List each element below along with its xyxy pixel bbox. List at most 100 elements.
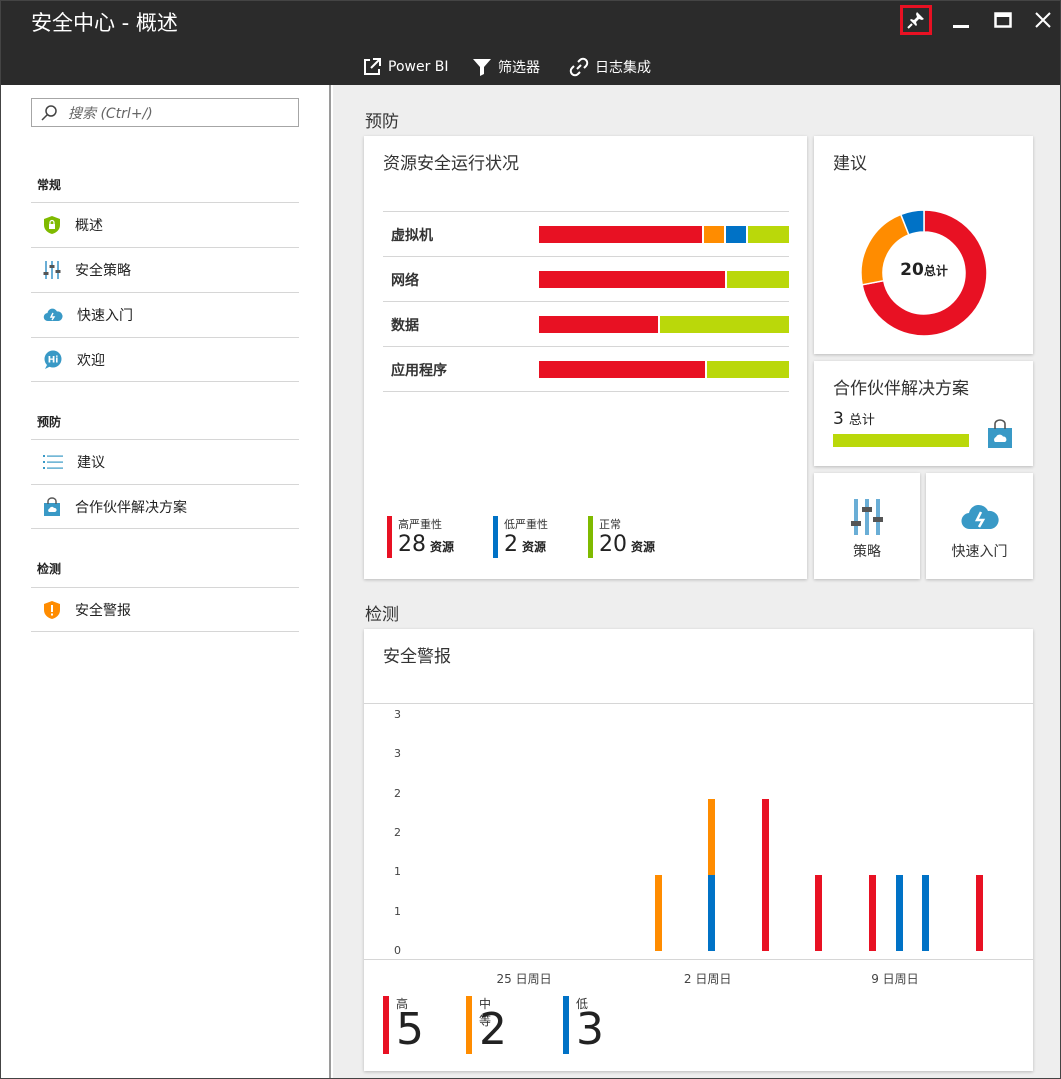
pin-icon xyxy=(907,12,924,29)
list-icon xyxy=(43,455,63,469)
resource-health-row-label: 应用程序 xyxy=(391,363,447,379)
resource-health-row[interactable]: 数据 xyxy=(383,301,789,346)
search-icon xyxy=(41,104,57,121)
external-link-icon xyxy=(364,58,381,75)
y-tick-label: 1 xyxy=(394,904,401,918)
partner-solutions-card[interactable]: 合作伙伴解决方案 3 总计 xyxy=(814,361,1033,466)
quickstart-tile-label: 快速入门 xyxy=(951,544,1008,560)
pin-button[interactable] xyxy=(900,5,932,35)
resource-health-row[interactable]: 虚拟机 xyxy=(383,211,789,256)
security-alerts-card[interactable]: 安全警报 3 3 2 2 1 1 0 25 日周日 2 日周日 9 日周日 高 5 中等 2 低 3 xyxy=(364,629,1033,1071)
cloud-icon xyxy=(961,504,999,530)
chart-bar[interactable] xyxy=(815,875,823,951)
resource-health-bar-segment xyxy=(539,271,725,288)
recommendations-card[interactable]: 建议 20总计 xyxy=(814,136,1033,354)
search-input[interactable]: 搜索 (Ctrl+/) xyxy=(31,98,299,127)
resource-health-row-label: 网络 xyxy=(391,273,419,289)
chart-bar[interactable] xyxy=(708,875,716,951)
filter-icon xyxy=(473,59,491,76)
sidebar-item-security-policy[interactable]: 安全策略 xyxy=(31,247,299,292)
legend-color-stripe xyxy=(493,516,498,558)
resource-health-bar-segment xyxy=(726,226,746,243)
legend-count: 5 xyxy=(396,1004,424,1055)
resource-health-bar-segment xyxy=(539,316,659,333)
legend-count: 28 资源 xyxy=(398,532,454,557)
recommendations-total-label: 总计 xyxy=(923,264,948,278)
resource-health-bar xyxy=(539,316,789,333)
x-tick-label: 2 日周日 xyxy=(683,972,732,986)
shield-lock-icon xyxy=(44,216,60,234)
resource-health-bar-segment xyxy=(660,316,789,333)
shield-alert-icon xyxy=(44,600,60,619)
title-bar: 安全中心 - 概述 Power BI 筛选器 日志集成 xyxy=(1,1,1060,85)
sidebar-item-security-alerts[interactable]: 安全警报 xyxy=(31,587,299,632)
legend-caption: 低严重性 xyxy=(504,518,548,531)
close-button[interactable] xyxy=(1027,5,1059,35)
filter-button[interactable]: 筛选器 xyxy=(472,57,540,77)
legend-color-stripe xyxy=(588,516,593,558)
legend-color-stripe xyxy=(466,996,472,1054)
maximize-icon xyxy=(994,12,1012,28)
resource-health-bar-segment xyxy=(539,361,706,378)
chart-bar[interactable] xyxy=(895,875,903,951)
chart-x-axis xyxy=(364,959,1033,960)
sidebar-item-label: 安全策略 xyxy=(75,263,131,279)
svg-text:Hi: Hi xyxy=(48,355,59,365)
partner-solutions-count-row: 3 总计 xyxy=(833,409,875,429)
filter-label: 筛选器 xyxy=(498,60,540,76)
sidebar-item-quickstart[interactable]: 快速入门 xyxy=(31,292,299,337)
hi-bubble-icon: Hi xyxy=(44,350,62,369)
legend-count: 20 资源 xyxy=(599,532,655,557)
y-tick-label: 1 xyxy=(394,865,401,879)
security-center-blade: 安全中心 - 概述 Power BI 筛选器 日志集成 搜索 (Ctrl+/) … xyxy=(0,0,1061,1079)
y-tick-label: 3 xyxy=(394,747,401,761)
chart-bar[interactable] xyxy=(708,799,716,875)
chart-bar[interactable] xyxy=(975,875,983,951)
resource-health-bar-segment xyxy=(707,361,789,378)
resource-health-bar xyxy=(539,271,789,288)
partner-solutions-progress-track xyxy=(833,434,969,447)
minimize-icon xyxy=(953,25,969,28)
recommendations-title: 建议 xyxy=(833,154,867,174)
legend-count-unit: 资源 xyxy=(430,540,455,554)
sidebar-item-welcome[interactable]: Hi 欢迎 xyxy=(31,337,299,382)
sidebar-item-partner-solutions[interactable]: 合作伙伴解决方案 xyxy=(31,484,299,529)
recommendations-total: 20总计 xyxy=(854,260,994,280)
search-placeholder: 搜索 (Ctrl+/) xyxy=(68,105,153,122)
section-heading-prevention: 预防 xyxy=(37,415,62,429)
resource-health-card[interactable]: 资源安全运行状况 虚拟机 网络 数据 应用程序 高严重性 28 资源 低严重性 2 资源 正常 20… xyxy=(364,136,807,579)
prevention-section-title: 预防 xyxy=(365,112,399,132)
sidebar-item-label: 欢迎 xyxy=(77,352,105,369)
sidebar-item-label: 快速入门 xyxy=(77,308,133,324)
resource-health-row[interactable]: 网络 xyxy=(383,256,789,301)
chart-bar[interactable] xyxy=(654,875,662,951)
sidebar-item-recommendations[interactable]: 建议 xyxy=(31,439,299,484)
chart-bar[interactable] xyxy=(761,799,769,951)
recommendations-total-count: 20 xyxy=(900,260,924,280)
partner-solutions-count: 3 xyxy=(833,409,844,429)
legend-color-stripe xyxy=(563,996,569,1054)
maximize-button[interactable] xyxy=(987,5,1019,35)
resource-health-row[interactable]: 应用程序 xyxy=(383,346,789,391)
legend-count-unit: 资源 xyxy=(522,540,547,554)
legend-count: 3 xyxy=(576,1004,604,1055)
legend-count: 2 资源 xyxy=(504,532,546,557)
partner-solutions-title: 合作伙伴解决方案 xyxy=(833,379,969,399)
log-integration-button[interactable]: 日志集成 xyxy=(569,57,651,77)
minimize-button[interactable] xyxy=(945,5,977,35)
sidebar-item-label: 合作伙伴解决方案 xyxy=(75,499,187,516)
power-bi-button[interactable]: Power BI xyxy=(362,57,449,77)
chart-bar[interactable] xyxy=(868,875,876,951)
section-heading-detection: 检测 xyxy=(37,562,62,576)
policy-tile-label: 策略 xyxy=(853,544,881,560)
resource-health-title: 资源安全运行状况 xyxy=(383,154,519,174)
chart-bar[interactable] xyxy=(922,875,930,951)
policy-tile[interactable]: 策略 xyxy=(814,473,920,579)
sidebar-item-label: 概述 xyxy=(75,218,103,234)
cloud-icon xyxy=(43,308,63,322)
y-tick-label: 0 xyxy=(394,944,401,957)
resource-health-bar-segment xyxy=(539,226,703,243)
quickstart-tile[interactable]: 快速入门 xyxy=(926,473,1033,579)
x-tick-label: 9 日周日 xyxy=(871,972,919,986)
sidebar-item-overview[interactable]: 概述 xyxy=(31,202,299,247)
